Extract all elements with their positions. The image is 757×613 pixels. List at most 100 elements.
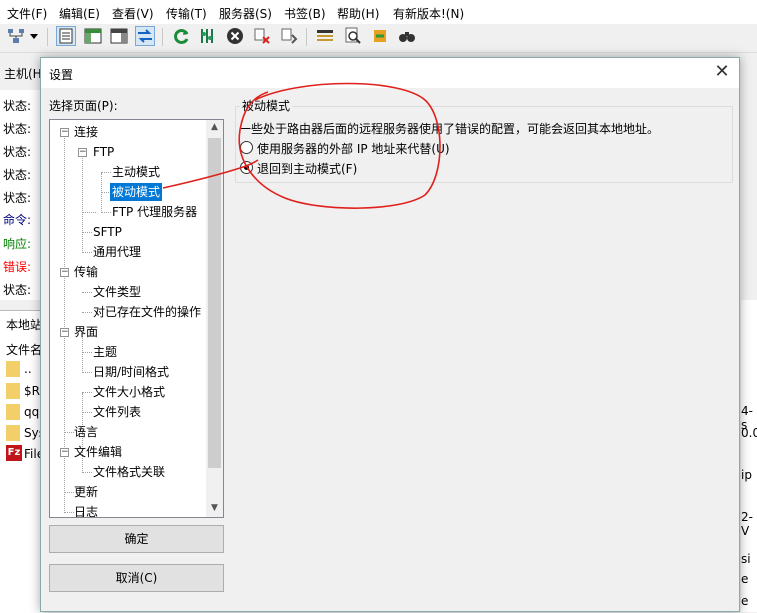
tree-item-transfers[interactable]: 传输 [72, 263, 100, 281]
binoculars-icon[interactable] [397, 26, 417, 46]
message-log: 状态: 状态: 状态: 状态: 状态: 命令: 响应: 错误: 状态: [0, 90, 44, 300]
log-label: 状态: [3, 168, 32, 182]
toggle-log-icon[interactable] [56, 26, 76, 46]
remote-fragment: 2-V [741, 510, 753, 538]
directory-listing-filter-icon[interactable] [315, 26, 335, 46]
dialog-titlebar: 设置 ✕ [41, 58, 739, 88]
log-label: 状态: [3, 283, 32, 297]
collapse-icon[interactable]: − [60, 268, 69, 277]
remote-fragment: si [741, 552, 751, 566]
folder-icon [6, 404, 20, 420]
folder-icon [6, 383, 20, 399]
tree-line [101, 173, 102, 213]
collapse-icon[interactable]: − [60, 448, 69, 457]
tree-item-ftp-proxy[interactable]: FTP 代理服务器 [110, 203, 199, 221]
folder-icon [6, 361, 20, 377]
ok-button[interactable]: 确定 [49, 525, 224, 553]
local-site-label: 本地站 [6, 318, 43, 332]
log-label: 状态: [3, 145, 32, 159]
reconnect-icon[interactable] [279, 26, 299, 46]
tree-item-filesize-format[interactable]: 文件大小格式 [91, 383, 167, 401]
remote-file-list: 4-s 0.0. ip 2-V si e e [741, 300, 757, 612]
log-label: 状态: [3, 122, 32, 136]
menu-bar: 文件(F) 编辑(E) 查看(V) 传输(T) 服务器(S) 书签(B) 帮助(… [0, 0, 757, 24]
list-item[interactable]: qq [24, 405, 39, 419]
log-label: 命令: [3, 213, 32, 227]
list-item[interactable]: $R [24, 384, 40, 398]
process-queue-icon[interactable] [198, 26, 218, 46]
tree-item-file-lists[interactable]: 文件列表 [91, 403, 143, 421]
scroll-up-icon[interactable]: ▲ [210, 123, 219, 132]
menu-new-version[interactable]: 有新版本!(N) [393, 5, 464, 22]
tree-item-logging[interactable]: 日志 [72, 503, 100, 517]
site-manager-icon[interactable] [6, 26, 26, 46]
tree-item-ftp[interactable]: FTP [91, 143, 116, 161]
cancel-icon[interactable] [225, 26, 245, 46]
toolbar [0, 24, 757, 50]
passive-mode-group-title: 被动模式 [240, 97, 293, 114]
disconnect-icon[interactable] [252, 26, 272, 46]
close-icon[interactable]: ✕ [713, 63, 731, 81]
host-label: 主机(H [4, 67, 42, 81]
toolbar-separator [306, 28, 307, 46]
tree-line [82, 153, 83, 253]
tree-item-sftp[interactable]: SFTP [91, 223, 124, 241]
option-fallback-active-label[interactable]: 退回到主动模式(F) [257, 160, 357, 177]
menu-file[interactable]: 文件(F) [7, 5, 47, 22]
collapse-icon[interactable]: − [60, 328, 69, 337]
tree-item-connection[interactable]: 连接 [72, 123, 100, 141]
log-label: 响应: [3, 237, 32, 251]
toggle-local-tree-icon[interactable] [83, 26, 103, 46]
settings-page-tree[interactable]: − − − − − 连接 FTP 主动模式 被动模式 FTP 代理服务器 SFT… [49, 119, 224, 518]
tree-item-file-exists-action[interactable]: 对已存在文件的操作 [91, 303, 203, 321]
tree-item-language[interactable]: 语言 [72, 423, 100, 441]
filename-column-header[interactable]: 文件名 [6, 341, 42, 358]
log-label: 错误: [3, 260, 32, 274]
log-label: 状态: [3, 99, 32, 113]
toolbar-separator [162, 28, 163, 46]
menu-server[interactable]: 服务器(S) [219, 5, 272, 22]
tree-item-active-mode[interactable]: 主动模式 [110, 163, 162, 181]
remote-fragment: ip [741, 468, 752, 482]
settings-dialog: 设置 ✕ 选择页面(P): − − − − − 连接 FTP 主动模式 被动模式… [40, 57, 740, 612]
sync-browse-icon[interactable] [370, 26, 390, 46]
menu-bookmarks[interactable]: 书签(B) [284, 5, 326, 22]
tree-item-themes[interactable]: 主题 [91, 343, 119, 361]
cancel-button[interactable]: 取消(C) [49, 564, 224, 592]
passive-mode-description: 一些处于路由器后面的远程服务器使用了错误的配置，可能会返回其本地地址。 [239, 122, 660, 136]
tree-item-generic-proxy[interactable]: 通用代理 [91, 243, 143, 261]
remote-fragment: 0.0. [741, 426, 757, 440]
tree-item-date-time-format[interactable]: 日期/时间格式 [91, 363, 171, 381]
remote-fragment: e [741, 594, 749, 608]
menu-view[interactable]: 查看(V) [112, 5, 154, 22]
tree-line [82, 212, 96, 213]
tree-item-interface[interactable]: 界面 [72, 323, 100, 341]
scrollbar-thumb[interactable] [208, 138, 221, 468]
tree-scrollbar[interactable]: ▲ ▼ [206, 120, 223, 517]
collapse-icon[interactable]: − [78, 148, 87, 157]
dialog-title: 设置 [49, 68, 74, 82]
menu-transfer[interactable]: 传输(T) [166, 5, 207, 22]
list-item[interactable]: .. [24, 362, 32, 376]
tree-item-file-editing[interactable]: 文件编辑 [72, 443, 124, 461]
refresh-icon[interactable] [171, 26, 191, 46]
toggle-remote-tree-icon[interactable] [109, 26, 129, 46]
option-external-ip-label[interactable]: 使用服务器的外部 IP 地址来代替(U) [257, 140, 450, 157]
tree-item-passive-mode[interactable]: 被动模式 [110, 183, 163, 201]
menu-help[interactable]: 帮助(H) [337, 5, 379, 22]
remote-fragment: e [741, 572, 749, 586]
local-site-panel: 本地站 文件名 .. $R qq Sys Fz File [0, 310, 45, 613]
scroll-down-icon[interactable]: ▼ [210, 504, 219, 513]
tree-item-updates[interactable]: 更新 [72, 483, 100, 501]
radio-use-external-ip[interactable] [240, 141, 253, 154]
toolbar-separator [47, 28, 48, 46]
search-icon[interactable] [343, 26, 363, 46]
log-label: 状态: [3, 191, 32, 205]
tree-item-file-types[interactable]: 文件类型 [91, 283, 143, 301]
dropdown-arrow-icon[interactable] [28, 26, 40, 46]
menu-edit[interactable]: 编辑(E) [59, 5, 100, 22]
collapse-icon[interactable]: − [60, 128, 69, 137]
radio-fallback-active-mode[interactable] [240, 161, 253, 174]
toggle-queue-icon[interactable] [135, 26, 155, 46]
tree-item-filetype-associations[interactable]: 文件格式关联 [91, 463, 167, 481]
